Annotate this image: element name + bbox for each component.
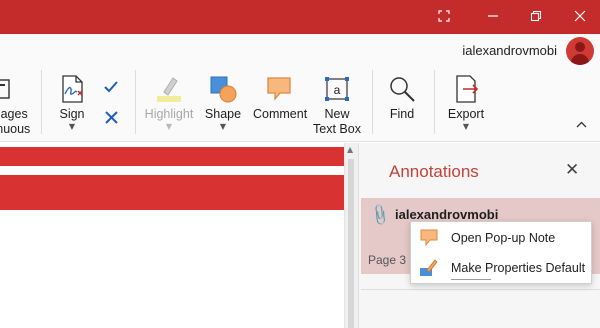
- page-layout-button[interactable]: Pages tinuous: [0, 74, 30, 137]
- new-text-box-label-2: Text Box: [313, 122, 361, 136]
- menu-item-open-popup-note[interactable]: Open Pop-up Note: [411, 224, 591, 252]
- maximize-icon[interactable]: [524, 5, 548, 27]
- check-mark-button[interactable]: [103, 80, 119, 99]
- new-text-box-button[interactable]: a New Text Box: [313, 74, 361, 137]
- find-button[interactable]: Find: [384, 74, 420, 122]
- search-icon: [387, 74, 417, 104]
- comment-label: Comment: [253, 107, 308, 121]
- menu-divider: [451, 279, 491, 280]
- svg-text:a: a: [334, 83, 341, 97]
- vertical-scrollbar[interactable]: ▲: [344, 143, 358, 328]
- chevron-down-icon: ▼: [219, 122, 227, 131]
- text-box-icon: a: [322, 74, 352, 104]
- export-label: Export: [447, 107, 485, 121]
- ribbon-separator: [135, 70, 136, 134]
- avatar[interactable]: [566, 37, 594, 65]
- signature-icon: [57, 74, 87, 104]
- shape-label: Shape: [204, 107, 242, 121]
- ribbon-separator: [372, 70, 373, 134]
- pages-label-1: Pages: [0, 107, 28, 121]
- document-canvas[interactable]: [0, 143, 344, 328]
- chevron-down-icon: ▼: [165, 122, 173, 131]
- highlighter-icon: [154, 74, 184, 104]
- annotation-page: Page 3: [368, 253, 407, 267]
- ribbon-separator: [41, 70, 42, 134]
- new-text-box-label-1: New: [324, 107, 350, 121]
- chevron-down-icon: ▼: [462, 122, 470, 131]
- title-bar: [0, 0, 600, 34]
- pages-label-2: tinuous: [0, 122, 31, 136]
- highlight-button[interactable]: Highlight ▼: [144, 74, 194, 131]
- menu-item-make-properties-default[interactable]: Make Properties Default: [411, 254, 591, 282]
- fullscreen-icon[interactable]: [432, 5, 456, 27]
- cross-mark-button[interactable]: [105, 111, 118, 129]
- close-icon[interactable]: [568, 5, 592, 27]
- scrollbar-thumb[interactable]: [348, 159, 354, 328]
- comment-icon: [264, 74, 294, 104]
- export-button[interactable]: Export ▼: [446, 74, 486, 131]
- menu-item-label: Open Pop-up Note: [451, 231, 556, 245]
- sign-button[interactable]: Sign ▼: [53, 74, 91, 131]
- comment-note-icon: [411, 224, 451, 252]
- highlight-label: Highlight: [144, 107, 194, 121]
- account-username[interactable]: ialexandrovmobi: [462, 43, 557, 58]
- properties-default-icon: [411, 254, 451, 282]
- page-banner-band: [0, 175, 344, 210]
- minimize-icon[interactable]: [481, 5, 505, 27]
- pages-icon: [0, 74, 25, 104]
- shape-button[interactable]: Shape ▼: [204, 74, 242, 131]
- check-icon: [104, 81, 118, 93]
- scroll-up-icon[interactable]: ▲: [347, 145, 353, 154]
- export-icon: [451, 74, 481, 104]
- close-icon[interactable]: ✕: [565, 160, 579, 180]
- annotation-author: ialexandrovmobi: [395, 207, 499, 222]
- find-label: Find: [389, 107, 415, 121]
- comment-button[interactable]: Comment: [253, 74, 308, 122]
- annotations-title: Annotations: [389, 162, 479, 181]
- shape-icon: [208, 74, 238, 104]
- ribbon-separator: [434, 70, 435, 134]
- divider: [361, 289, 600, 290]
- collapse-ribbon-icon[interactable]: [576, 118, 587, 131]
- menu-item-label: Make Properties Default: [451, 261, 586, 275]
- chevron-down-icon: ▼: [68, 122, 76, 131]
- cross-icon: [105, 111, 118, 124]
- page-header-band: [0, 147, 344, 166]
- sign-label: Sign: [59, 107, 85, 121]
- context-menu: Open Pop-up Note Make Properties Default: [410, 221, 592, 284]
